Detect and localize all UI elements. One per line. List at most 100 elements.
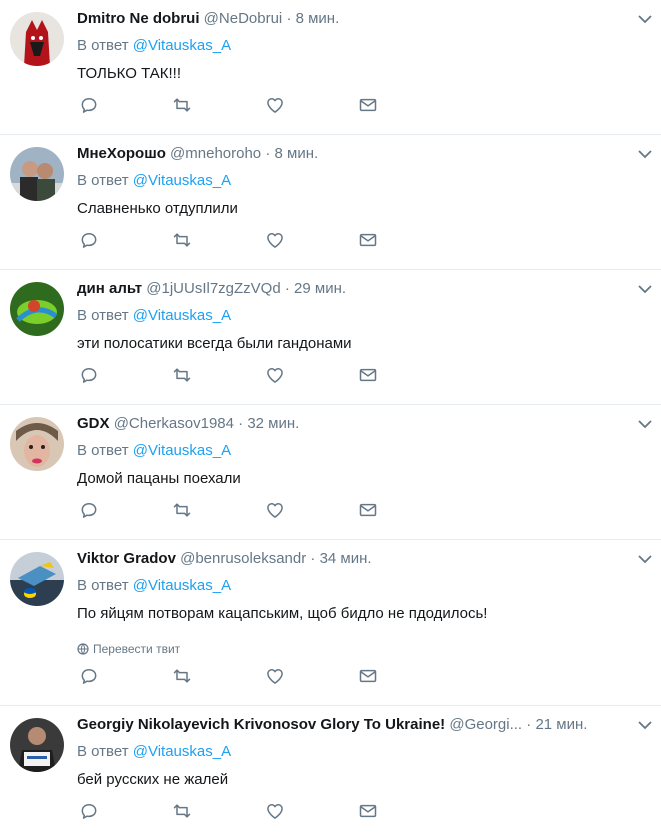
tweet-header: Georgiy Nikolayevich Krivonosov Glory To… [77, 715, 621, 735]
avatar[interactable] [10, 552, 64, 606]
reply-button[interactable] [79, 801, 101, 823]
author-name[interactable]: Georgiy Nikolayevich Krivonosov Glory To… [77, 716, 445, 733]
like-button[interactable] [265, 500, 287, 522]
mention-link[interactable]: @Vitauskas_A [133, 442, 231, 459]
like-button[interactable] [265, 365, 287, 387]
like-icon [267, 233, 283, 248]
reply-prefix: В ответ [77, 577, 129, 594]
mention-link[interactable]: @Vitauskas_A [133, 307, 231, 324]
retweet-button[interactable] [172, 801, 194, 823]
reply-context: В ответ @Vitauskas_A [77, 742, 231, 762]
tweet[interactable]: Viktor Gradov @benrusoleksandr · 34 мин.… [0, 540, 661, 706]
more-menu-button[interactable] [637, 552, 653, 566]
chevron-down-icon [638, 150, 652, 159]
tweet[interactable]: Dmitro Ne dobrui @NeDobrui · 8 мин. В от… [0, 0, 661, 135]
reply-prefix: В ответ [77, 442, 129, 459]
tweet-text: бей русских не жалей [77, 771, 229, 788]
tweet-header: Viktor Gradov @benrusoleksandr · 34 мин. [77, 549, 621, 569]
timestamp[interactable]: 8 мин. [275, 145, 319, 162]
direct-message-button[interactable] [358, 500, 380, 522]
chevron-down-icon [638, 285, 652, 294]
retweet-button[interactable] [172, 500, 194, 522]
mention-link[interactable]: @Vitauskas_A [133, 743, 231, 760]
author-name[interactable]: GDX [77, 415, 110, 432]
timestamp[interactable]: 34 мин. [320, 550, 372, 567]
tweet-actions [79, 230, 379, 252]
tweet-actions [79, 365, 379, 387]
direct-message-icon [359, 98, 377, 112]
avatar[interactable] [10, 147, 64, 201]
retweet-button[interactable] [172, 365, 194, 387]
tweet-text: По яйцям потворам кацапським, щоб бидло … [77, 605, 488, 622]
author-name[interactable]: Dmitro Ne dobrui [77, 10, 200, 27]
retweet-icon [173, 669, 191, 683]
like-button[interactable] [265, 801, 287, 823]
chevron-down-icon [638, 721, 652, 730]
avatar[interactable] [10, 417, 64, 471]
globe-icon [77, 643, 89, 655]
direct-message-button[interactable] [358, 95, 380, 117]
author-handle[interactable]: @Cherkasov1984 [114, 415, 234, 432]
retweet-button[interactable] [172, 230, 194, 252]
more-menu-button[interactable] [637, 282, 653, 296]
reply-context: В ответ @Vitauskas_A [77, 171, 231, 191]
reply-button[interactable] [79, 500, 101, 522]
tweet-text: Домой пацаны поехали [77, 470, 241, 487]
like-button[interactable] [265, 95, 287, 117]
author-handle[interactable]: @mnehoroho [170, 145, 261, 162]
direct-message-button[interactable] [358, 666, 380, 688]
author-name[interactable]: МнеХорошо [77, 145, 166, 162]
reply-icon [81, 503, 97, 518]
reply-button[interactable] [79, 666, 101, 688]
author-handle[interactable]: @benrusoleksandr [180, 550, 306, 567]
retweet-icon [173, 368, 191, 382]
author-handle[interactable]: @Georgi... [449, 716, 522, 733]
tweet[interactable]: МнеХорошо @mnehoroho · 8 мин. В ответ @V… [0, 135, 661, 270]
direct-message-button[interactable] [358, 365, 380, 387]
reply-button[interactable] [79, 230, 101, 252]
tweet[interactable]: Georgiy Nikolayevich Krivonosov Glory To… [0, 706, 661, 836]
author-handle[interactable]: @1jUUsIl7zgZzVQd [146, 280, 280, 297]
reply-icon [81, 98, 97, 113]
translate-tweet-link[interactable]: Перевести твит [77, 641, 180, 657]
more-menu-button[interactable] [637, 147, 653, 161]
more-menu-button[interactable] [637, 12, 653, 26]
timestamp[interactable]: 29 мин. [294, 280, 346, 297]
reply-button[interactable] [79, 95, 101, 117]
author-name[interactable]: дин альт [77, 280, 142, 297]
tweet-feed: Dmitro Ne dobrui @NeDobrui · 8 мин. В от… [0, 0, 661, 836]
direct-message-icon [359, 368, 377, 382]
like-button[interactable] [265, 230, 287, 252]
direct-message-button[interactable] [358, 801, 380, 823]
timestamp[interactable]: 32 мин. [247, 415, 299, 432]
mention-link[interactable]: @Vitauskas_A [133, 577, 231, 594]
more-menu-button[interactable] [637, 417, 653, 431]
tweet-actions [79, 666, 379, 688]
tweet-actions [79, 95, 379, 117]
reply-button[interactable] [79, 365, 101, 387]
author-name[interactable]: Viktor Gradov [77, 550, 176, 567]
retweet-icon [173, 503, 191, 517]
avatar[interactable] [10, 718, 64, 772]
direct-message-button[interactable] [358, 230, 380, 252]
like-icon [267, 368, 283, 383]
retweet-button[interactable] [172, 666, 194, 688]
reply-prefix: В ответ [77, 743, 129, 760]
timestamp[interactable]: 8 мин. [296, 10, 340, 27]
avatar[interactable] [10, 282, 64, 336]
reply-context: В ответ @Vitauskas_A [77, 306, 231, 326]
chevron-down-icon [638, 420, 652, 429]
more-menu-button[interactable] [637, 718, 653, 732]
chevron-down-icon [638, 555, 652, 564]
tweet[interactable]: дин альт @1jUUsIl7zgZzVQd · 29 мин. В от… [0, 270, 661, 405]
timestamp[interactable]: 21 мин. [535, 716, 587, 733]
avatar[interactable] [10, 12, 64, 66]
mention-link[interactable]: @Vitauskas_A [133, 172, 231, 189]
like-button[interactable] [265, 666, 287, 688]
separator-dot: · [284, 280, 290, 297]
tweet[interactable]: GDX @Cherkasov1984 · 32 мин. В ответ @Vi… [0, 405, 661, 540]
tweet-text: Славненько отдуплили [77, 200, 238, 217]
author-handle[interactable]: @NeDobrui [204, 10, 283, 27]
retweet-button[interactable] [172, 95, 194, 117]
mention-link[interactable]: @Vitauskas_A [133, 37, 231, 54]
